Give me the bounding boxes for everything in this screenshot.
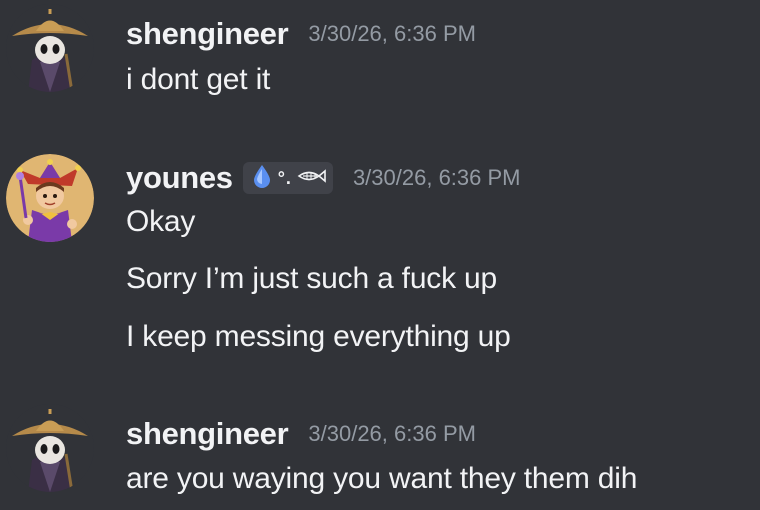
username[interactable]: shengineer [126, 416, 289, 452]
guild-tag-badge[interactable]: °. [242, 162, 333, 194]
water-drop-icon [249, 163, 275, 194]
message-text: I keep messing everything up [126, 320, 511, 353]
message-group: shengineer 3/30/26, 6:36 PM are you wayi… [0, 400, 760, 510]
timestamp: 3/30/26, 6:36 PM [352, 165, 521, 190]
message-text: Sorry I’m just such a fuck up [126, 262, 498, 295]
timestamp: 3/30/26, 6:36 PM [308, 421, 476, 446]
avatar[interactable] [6, 404, 94, 492]
message-text: Okay [126, 205, 196, 238]
fish-icon [295, 168, 327, 189]
username[interactable]: shengineer [126, 16, 289, 52]
username[interactable]: younes [126, 160, 233, 196]
message-text: i dont get it [126, 63, 271, 96]
message-group: younes °. 3/30/26, 6:36 PM Okay Sorry I’… [0, 150, 760, 370]
timestamp: 3/30/26, 6:36 PM [308, 21, 476, 46]
message-group: shengineer 3/30/26, 6:36 PM i dont get i… [0, 0, 760, 120]
badge-text: °. [277, 167, 292, 188]
avatar[interactable] [6, 154, 94, 242]
message-text: are you waying you want they them dih [126, 462, 638, 495]
avatar[interactable] [6, 4, 94, 92]
